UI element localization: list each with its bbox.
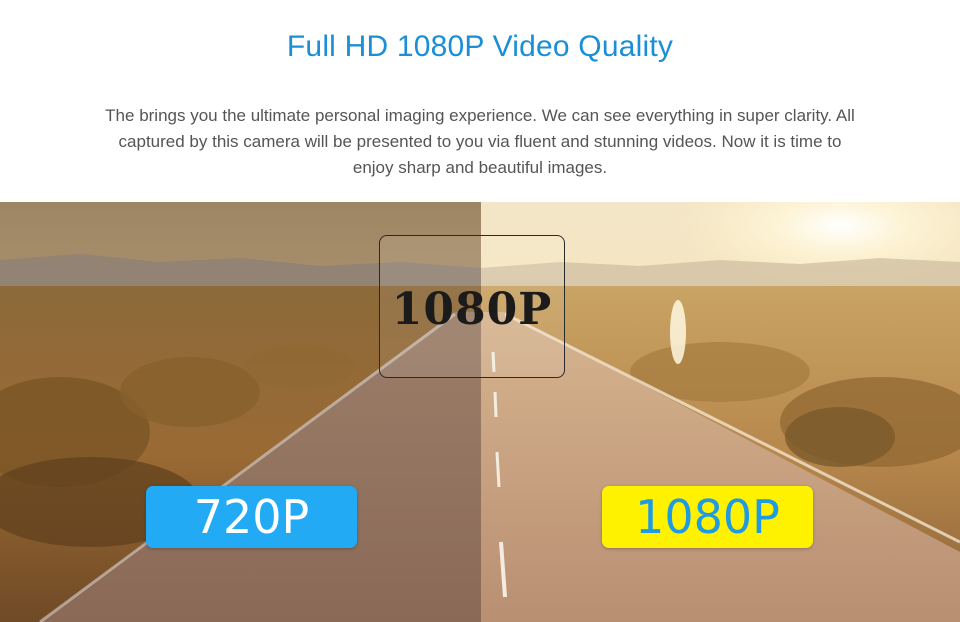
road-comparison-image: 1080P 720P 1080P bbox=[0, 202, 960, 622]
badge-720p: 720P bbox=[146, 486, 357, 548]
product-banner: Full HD 1080P Video Quality The brings y… bbox=[0, 0, 960, 622]
description-text: The brings you the ultimate personal ima… bbox=[105, 106, 855, 177]
header-section: Full HD 1080P Video Quality The brings y… bbox=[0, 0, 960, 202]
badge-1080p: 1080P bbox=[602, 486, 813, 548]
page-title: Full HD 1080P Video Quality bbox=[286, 30, 674, 63]
center-resolution-label: 1080P bbox=[391, 284, 553, 335]
